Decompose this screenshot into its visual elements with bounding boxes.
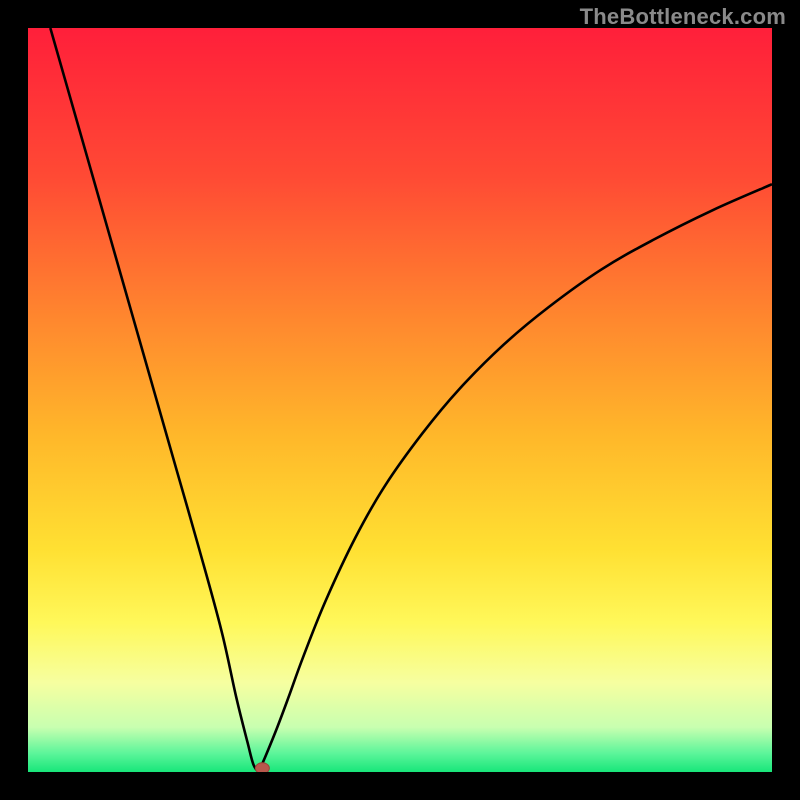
watermark-text: TheBottleneck.com: [580, 4, 786, 30]
minimum-marker: [255, 763, 269, 772]
chart-frame: TheBottleneck.com: [0, 0, 800, 800]
chart-svg: [28, 28, 772, 772]
background-rect: [28, 28, 772, 772]
plot-area: [28, 28, 772, 772]
